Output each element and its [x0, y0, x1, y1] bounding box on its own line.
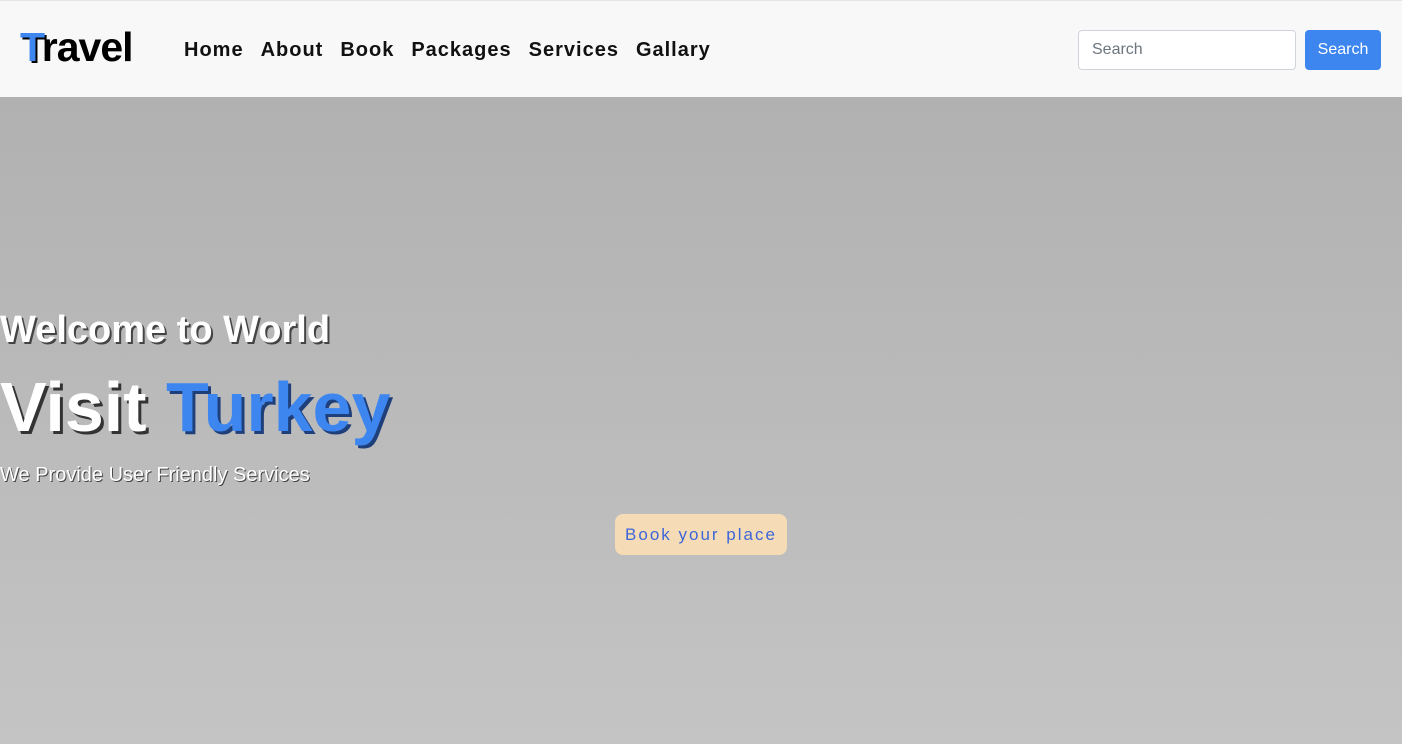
nav-link-home[interactable]: Home — [184, 37, 244, 63]
hero-title-turkey: Turkey — [166, 368, 391, 446]
brand-logo[interactable]: Travel — [20, 23, 134, 71]
brand-logo-rest: ravel — [41, 24, 134, 70]
navbar: Travel Home About Book Packages Services… — [0, 0, 1402, 97]
nav-link-about[interactable]: About — [261, 37, 324, 63]
nav-link-services[interactable]: Services — [529, 37, 619, 63]
hero-title: Visit Turkey — [0, 367, 1402, 447]
book-your-place-button[interactable]: Book your place — [615, 514, 787, 555]
hero-title-visit: Visit — [0, 368, 167, 446]
search-button[interactable]: Search — [1305, 30, 1381, 70]
search-input[interactable] — [1078, 30, 1296, 70]
hero-section: Welcome to World Visit Turkey We Provide… — [0, 97, 1402, 744]
brand-logo-first-letter: T — [20, 24, 43, 70]
nav-link-packages[interactable]: Packages — [411, 37, 511, 63]
hero-welcome-heading: Welcome to World — [0, 309, 331, 351]
nav-link-book[interactable]: Book — [340, 37, 394, 63]
hero-subtitle: We Provide User Friendly Services — [0, 464, 310, 486]
nav-link-gallary[interactable]: Gallary — [636, 37, 711, 63]
nav-links: Home About Book Packages Services Gallar… — [184, 37, 728, 63]
